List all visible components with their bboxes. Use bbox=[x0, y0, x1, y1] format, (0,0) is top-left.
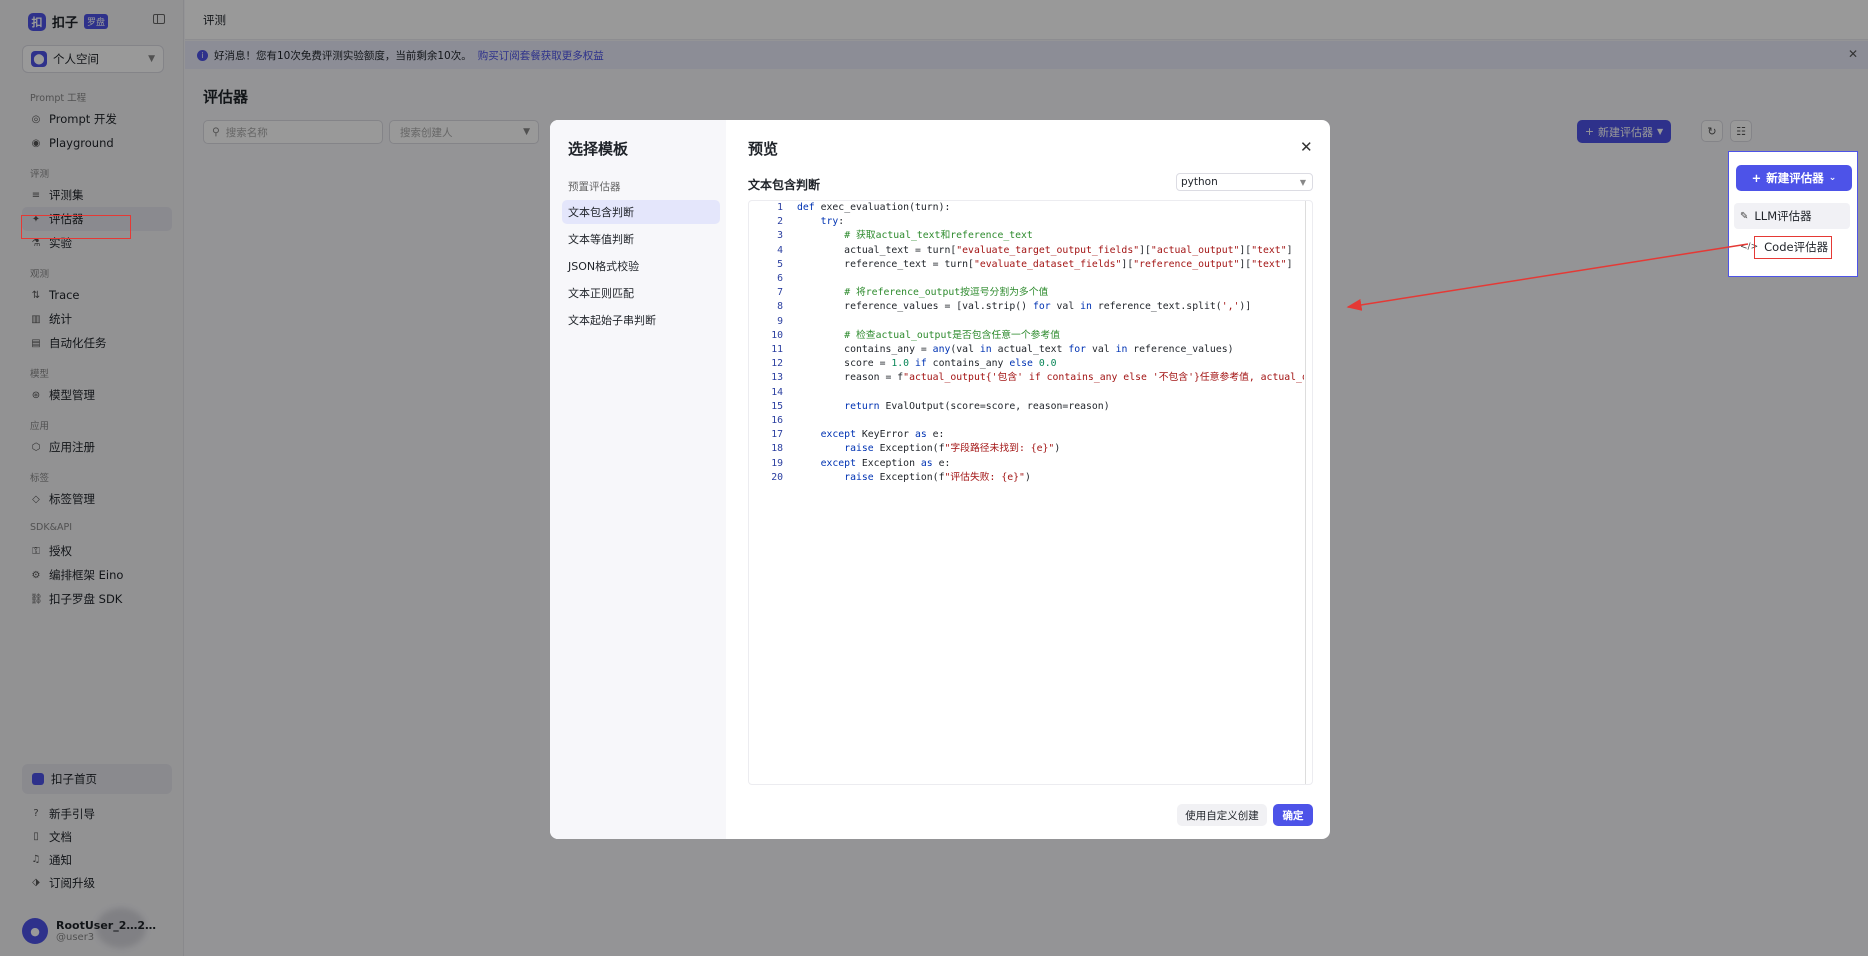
chevron-down-icon: ⌄ bbox=[1828, 173, 1837, 183]
modal-title: 选择模板 bbox=[568, 140, 629, 158]
template-item[interactable]: JSON格式校验 bbox=[562, 254, 720, 278]
code-editor[interactable]: 1 2 3 4 5 6 7 8 9 10 11 12 13 14 15 16 17 18 19 20 def exe… bbox=[748, 200, 1313, 785]
language-value: python bbox=[1181, 176, 1218, 188]
template-item[interactable]: 文本起始子串判断 bbox=[562, 308, 720, 332]
language-select[interactable]: python ▼ bbox=[1176, 173, 1313, 191]
template-modal: 选择模板 预置评估器 文本包含判断 文本等值判断 JSON格式校验 文本正则匹配 文本起… bbox=[550, 120, 1330, 839]
magic-wand-icon: ✎ bbox=[1740, 210, 1749, 222]
confirm-button[interactable]: 确定 bbox=[1273, 804, 1313, 826]
custom-create-button[interactable]: 使用自定义创建 bbox=[1177, 804, 1267, 826]
template-group-label: 预置评估器 bbox=[568, 181, 621, 193]
template-item[interactable]: 文本正则匹配 bbox=[562, 281, 720, 305]
template-item[interactable]: 文本包含判断 bbox=[562, 200, 720, 224]
template-list: 文本包含判断 文本等值判断 JSON格式校验 文本正则匹配 文本起始子串判断 bbox=[562, 200, 720, 335]
new-evaluator-label: 新建评估器 bbox=[1766, 171, 1824, 185]
llm-evaluator-label: LLM评估器 bbox=[1754, 209, 1812, 223]
close-icon[interactable]: ✕ bbox=[1300, 138, 1313, 156]
code-content[interactable]: def exec_evaluation(turn): try: # 获取actu… bbox=[797, 201, 1304, 485]
llm-evaluator-option[interactable]: ✎ LLM评估器 bbox=[1734, 203, 1850, 229]
new-evaluator-button[interactable]: + 新建评估器 ⌄ bbox=[1736, 165, 1852, 191]
code-scrollbar[interactable] bbox=[1305, 201, 1306, 784]
highlight-box-code-evaluator bbox=[1754, 236, 1832, 259]
highlight-box-evaluator bbox=[21, 215, 131, 239]
chevron-down-icon: ▼ bbox=[1299, 177, 1306, 187]
plus-icon: + bbox=[1751, 171, 1762, 185]
template-name: 文本包含判断 bbox=[748, 178, 821, 192]
template-item[interactable]: 文本等值判断 bbox=[562, 227, 720, 251]
preview-title: 预览 bbox=[748, 140, 779, 158]
template-sidebar: 选择模板 预置评估器 文本包含判断 文本等值判断 JSON格式校验 文本正则匹配 文本起… bbox=[550, 120, 726, 839]
line-numbers: 1 2 3 4 5 6 7 8 9 10 11 12 13 14 15 16 17 18 19 20 bbox=[771, 202, 783, 483]
